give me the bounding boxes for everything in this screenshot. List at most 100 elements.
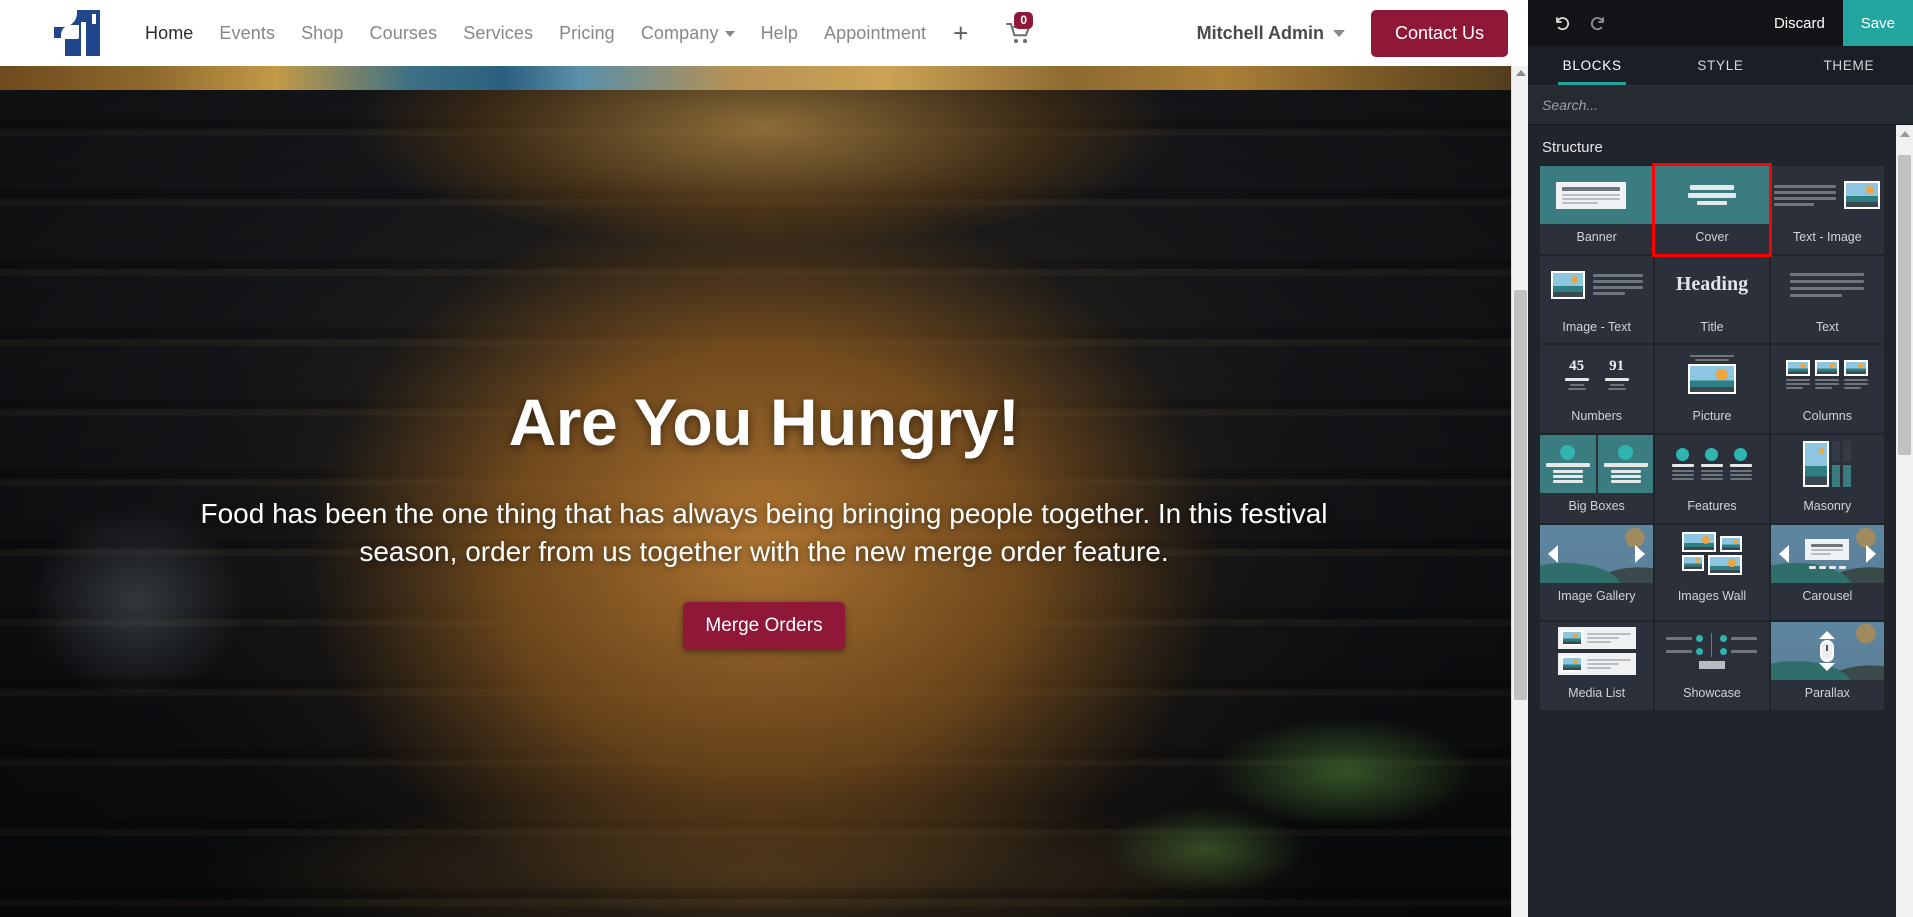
scrollbar-thumb[interactable] xyxy=(1514,290,1527,700)
block-masonry[interactable]: Masonry xyxy=(1770,434,1884,523)
navbar-right: Mitchell Admin Contact Us xyxy=(1197,9,1508,57)
nav-item-label: Help xyxy=(760,22,798,43)
block-label: Showcase xyxy=(1683,686,1741,701)
block-label: Text xyxy=(1815,319,1839,334)
scroll-up-arrow-icon[interactable] xyxy=(1516,70,1526,76)
tab-theme[interactable]: THEME xyxy=(1785,46,1913,85)
numbers-thumb-value: 45 xyxy=(1569,358,1585,375)
add-page-button[interactable]: + xyxy=(939,20,982,46)
section-title-structure: Structure xyxy=(1542,139,1603,156)
search-input[interactable] xyxy=(1542,97,1899,113)
block-thumb-image-gallery xyxy=(1540,524,1654,583)
nav-item-shop[interactable]: Shop xyxy=(288,17,356,50)
nav-item-label: Home xyxy=(145,22,194,43)
block-cover[interactable]: Cover xyxy=(1652,163,1772,257)
circle-icon xyxy=(1705,447,1719,461)
block-picture[interactable]: Picture xyxy=(1655,345,1769,433)
picture-icon xyxy=(1815,359,1840,376)
nav-item-courses[interactable]: Courses xyxy=(357,17,451,50)
nav-item-label: Pricing xyxy=(559,22,615,43)
block-label: Text - Image xyxy=(1792,230,1862,244)
nav-item-home[interactable]: Home xyxy=(132,17,206,50)
block-thumb-media-list xyxy=(1540,622,1653,680)
circle-icon xyxy=(1720,648,1728,656)
block-label: Title xyxy=(1700,319,1724,334)
block-label: Masonry xyxy=(1803,498,1852,513)
numbers-thumb-value: 91 xyxy=(1609,358,1625,375)
hero-cover-block[interactable]: Are You Hungry! Food has been the one th… xyxy=(0,66,1528,917)
picture-icon xyxy=(1844,359,1869,376)
block-text[interactable]: Text xyxy=(1770,255,1884,344)
block-thumb-features xyxy=(1655,435,1768,493)
block-image-text[interactable]: Image - Text xyxy=(1540,255,1654,344)
block-label: Big Boxes xyxy=(1568,498,1625,513)
panel-vertical-scrollbar[interactable] xyxy=(1896,125,1913,917)
panel-scroll-up-arrow-icon[interactable] xyxy=(1900,131,1910,137)
picture-icon xyxy=(1560,656,1583,673)
block-thumb-picture xyxy=(1655,345,1768,403)
block-carousel[interactable]: Carousel xyxy=(1770,524,1884,621)
nav-item-appointment[interactable]: Appointment xyxy=(811,17,939,50)
block-thumb-text xyxy=(1771,256,1884,314)
user-menu[interactable]: Mitchell Admin xyxy=(1197,23,1345,44)
hero-subtitle[interactable]: Food has been the one thing that has alw… xyxy=(194,495,1334,572)
nav-item-pricing[interactable]: Pricing xyxy=(546,17,628,50)
block-label: Features xyxy=(1687,498,1737,513)
blocks-scroll-area: Structure Banner Cover Text - Image Image -… xyxy=(1528,125,1896,917)
save-button[interactable]: Save xyxy=(1842,0,1913,46)
editor-screen: Home Events Shop Courses Services Pricing Comp… xyxy=(0,0,1913,917)
block-text-image[interactable]: Text - Image xyxy=(1770,166,1884,254)
nav-item-company[interactable]: Company xyxy=(628,17,748,50)
block-label: Carousel xyxy=(1802,588,1853,603)
block-label: Media List xyxy=(1568,686,1626,701)
tab-style[interactable]: STYLE xyxy=(1656,46,1784,85)
circle-icon xyxy=(1696,648,1704,656)
nav-item-events[interactable]: Events xyxy=(206,17,288,50)
hero-title[interactable]: Are You Hungry! xyxy=(0,386,1528,459)
panel-scrollbar-thumb[interactable] xyxy=(1898,155,1911,455)
redo-button[interactable] xyxy=(1580,0,1618,46)
editor-toolbar: Discard Save xyxy=(1528,0,1913,46)
redo-icon xyxy=(1590,17,1604,31)
tab-blocks[interactable]: BLOCKS xyxy=(1528,46,1656,85)
picture-icon xyxy=(1786,359,1811,376)
nav-item-label: Courses xyxy=(369,22,438,43)
picture-icon xyxy=(1560,630,1583,647)
block-media-list[interactable]: Media List xyxy=(1540,622,1654,710)
contact-us-button[interactable]: Contact Us xyxy=(1370,9,1508,57)
site-vertical-scrollbar[interactable] xyxy=(1511,66,1528,917)
discard-button[interactable]: Discard xyxy=(1756,0,1843,46)
block-big-boxes[interactable]: Big Boxes xyxy=(1540,434,1654,523)
mouse-icon xyxy=(1820,640,1835,663)
undo-button[interactable] xyxy=(1542,0,1580,46)
picture-icon xyxy=(1803,440,1830,487)
nav-item-help[interactable]: Help xyxy=(748,17,811,50)
block-title[interactable]: Heading Title xyxy=(1655,255,1769,344)
circle-icon xyxy=(1618,444,1633,460)
block-showcase[interactable]: Showcase xyxy=(1655,622,1769,710)
block-features[interactable]: Features xyxy=(1655,434,1769,523)
block-images-wall[interactable]: Images Wall xyxy=(1655,524,1769,621)
block-thumb-masonry xyxy=(1771,435,1884,493)
block-image-gallery[interactable]: Image Gallery xyxy=(1540,524,1654,621)
block-numbers[interactable]: 45 91 Numbers xyxy=(1540,345,1654,433)
block-thumb-image-text xyxy=(1540,256,1653,314)
circle-icon xyxy=(1734,447,1748,461)
block-thumb-columns xyxy=(1771,345,1884,403)
block-banner[interactable]: Banner xyxy=(1540,166,1654,254)
picture-icon xyxy=(1681,532,1716,552)
arrow-right-icon xyxy=(1635,544,1646,563)
block-thumb-big-boxes xyxy=(1540,434,1654,493)
circle-icon xyxy=(1560,444,1576,460)
hero-content: Are You Hungry! Food has been the one th… xyxy=(0,66,1528,650)
block-columns[interactable]: Columns xyxy=(1770,345,1884,433)
block-parallax[interactable]: Parallax xyxy=(1770,622,1884,710)
block-thumb-cover xyxy=(1655,166,1769,224)
circle-icon xyxy=(1676,447,1690,461)
merge-orders-button[interactable]: Merge Orders xyxy=(683,601,845,650)
company-logo[interactable] xyxy=(54,10,100,56)
nav-item-label: Shop xyxy=(301,22,344,43)
block-thumb-numbers: 45 91 xyxy=(1540,345,1653,403)
cart-button[interactable]: 0 xyxy=(982,12,1042,44)
nav-item-services[interactable]: Services xyxy=(450,17,546,50)
